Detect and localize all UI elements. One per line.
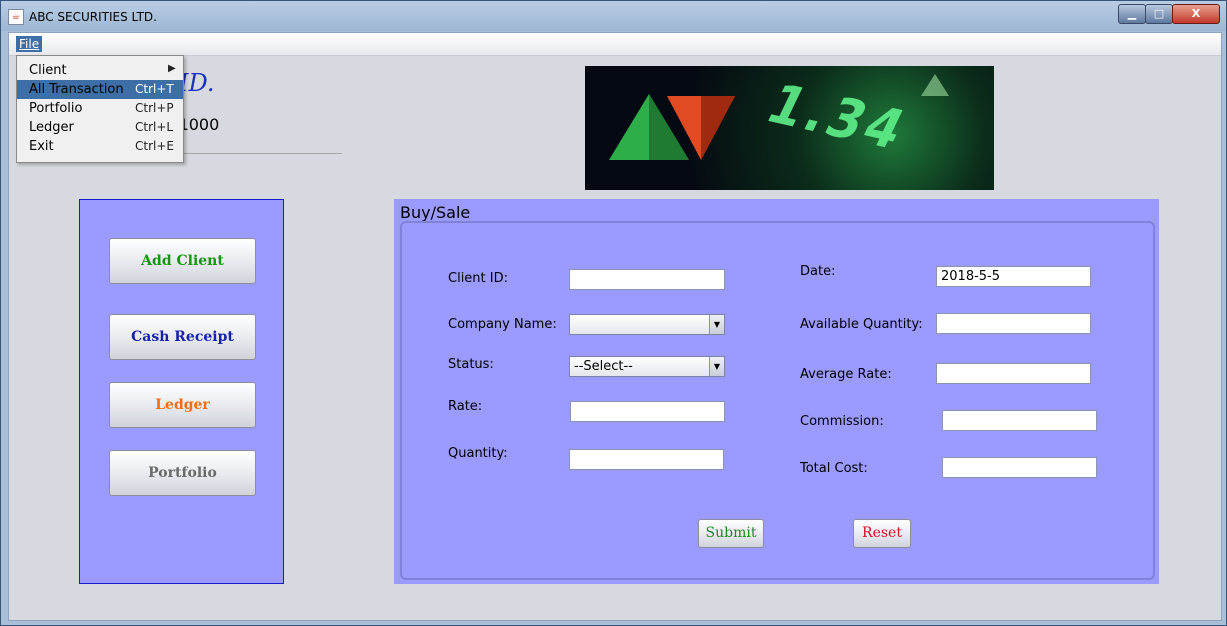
menu-item-client[interactable]: Client ▶ bbox=[17, 61, 183, 80]
rate-label: Rate: bbox=[448, 399, 483, 414]
maximize-button[interactable]: □ bbox=[1145, 4, 1173, 24]
rate-field[interactable] bbox=[570, 401, 725, 422]
window-title: ABC SECURITIES LTD. bbox=[29, 10, 157, 24]
total-cost-field[interactable] bbox=[942, 457, 1097, 478]
commission-field[interactable] bbox=[942, 410, 1097, 431]
title-bar[interactable]: ☕ ABC SECURITIES LTD. ▁ □ X bbox=[1, 1, 1226, 31]
add-client-button[interactable]: Add Client bbox=[109, 238, 256, 284]
menu-item-shortcut: Ctrl+L bbox=[135, 120, 174, 134]
menu-item-portfolio[interactable]: Portfolio Ctrl+P bbox=[17, 99, 183, 118]
quantity-label: Quantity: bbox=[448, 446, 508, 461]
menu-item-label: Portfolio bbox=[29, 101, 83, 116]
content-pane: File Client ▶ All Transaction Ctrl+T Por… bbox=[8, 32, 1222, 621]
menu-item-label: Ledger bbox=[29, 120, 74, 135]
buy-sale-panel: Buy/Sale Client ID: Company Name: ▼ Stat… bbox=[394, 199, 1159, 584]
portfolio-button[interactable]: Portfolio bbox=[109, 450, 256, 496]
client-id-label: Client ID: bbox=[448, 271, 508, 286]
menu-item-label: All Transaction bbox=[29, 82, 124, 97]
status-label: Status: bbox=[448, 357, 494, 372]
date-label: Date: bbox=[800, 264, 836, 279]
menu-item-all-transaction[interactable]: All Transaction Ctrl+T bbox=[17, 80, 183, 99]
commission-label: Commission: bbox=[800, 414, 884, 429]
menu-bar: File bbox=[9, 33, 1221, 56]
menu-item-shortcut: Ctrl+E bbox=[135, 139, 174, 153]
client-id-field[interactable] bbox=[569, 269, 725, 290]
submenu-arrow-icon: ▶ bbox=[168, 63, 176, 74]
total-cost-label: Total Cost: bbox=[800, 461, 868, 476]
status-value: --Select-- bbox=[574, 359, 633, 374]
menu-item-ledger[interactable]: Ledger Ctrl+L bbox=[17, 118, 183, 137]
date-field[interactable]: 2018-5-5 bbox=[936, 266, 1091, 287]
java-cup-icon: ☕ bbox=[8, 9, 24, 25]
navigation-panel: Add Client Cash Receipt Ledger Portfolio bbox=[79, 199, 284, 584]
cash-receipt-button[interactable]: Cash Receipt bbox=[109, 314, 256, 360]
file-dropdown-menu: Client ▶ All Transaction Ctrl+T Portfoli… bbox=[16, 55, 184, 163]
panel-title: Buy/Sale bbox=[400, 203, 471, 222]
ledger-button[interactable]: Ledger bbox=[109, 382, 256, 428]
company-name-label: Company Name: bbox=[448, 317, 557, 332]
menu-item-label: Client bbox=[29, 63, 67, 78]
minimize-button[interactable]: ▁ bbox=[1118, 4, 1146, 24]
menu-item-label: Exit bbox=[29, 139, 54, 154]
reset-button[interactable]: Reset bbox=[853, 519, 911, 548]
available-quantity-label: Available Quantity: bbox=[800, 317, 923, 332]
stock-market-banner: 1.34 bbox=[585, 66, 994, 190]
app-window: ☕ ABC SECURITIES LTD. ▁ □ X File Client … bbox=[0, 0, 1227, 626]
average-rate-field[interactable] bbox=[936, 363, 1091, 384]
quantity-field[interactable] bbox=[569, 449, 724, 470]
menu-item-exit[interactable]: Exit Ctrl+E bbox=[17, 137, 183, 156]
close-button[interactable]: X bbox=[1172, 4, 1220, 24]
menu-file[interactable]: File bbox=[16, 36, 43, 52]
submit-button[interactable]: Submit bbox=[698, 519, 764, 548]
chevron-down-icon: ▼ bbox=[709, 357, 724, 376]
chevron-down-icon: ▼ bbox=[709, 315, 724, 334]
average-rate-label: Average Rate: bbox=[800, 367, 892, 382]
status-select[interactable]: --Select-- ▼ bbox=[569, 356, 725, 377]
menu-item-shortcut: Ctrl+T bbox=[135, 82, 174, 96]
menu-item-shortcut: Ctrl+P bbox=[135, 101, 174, 115]
company-name-select[interactable]: ▼ bbox=[569, 314, 725, 335]
available-quantity-field[interactable] bbox=[936, 313, 1091, 334]
